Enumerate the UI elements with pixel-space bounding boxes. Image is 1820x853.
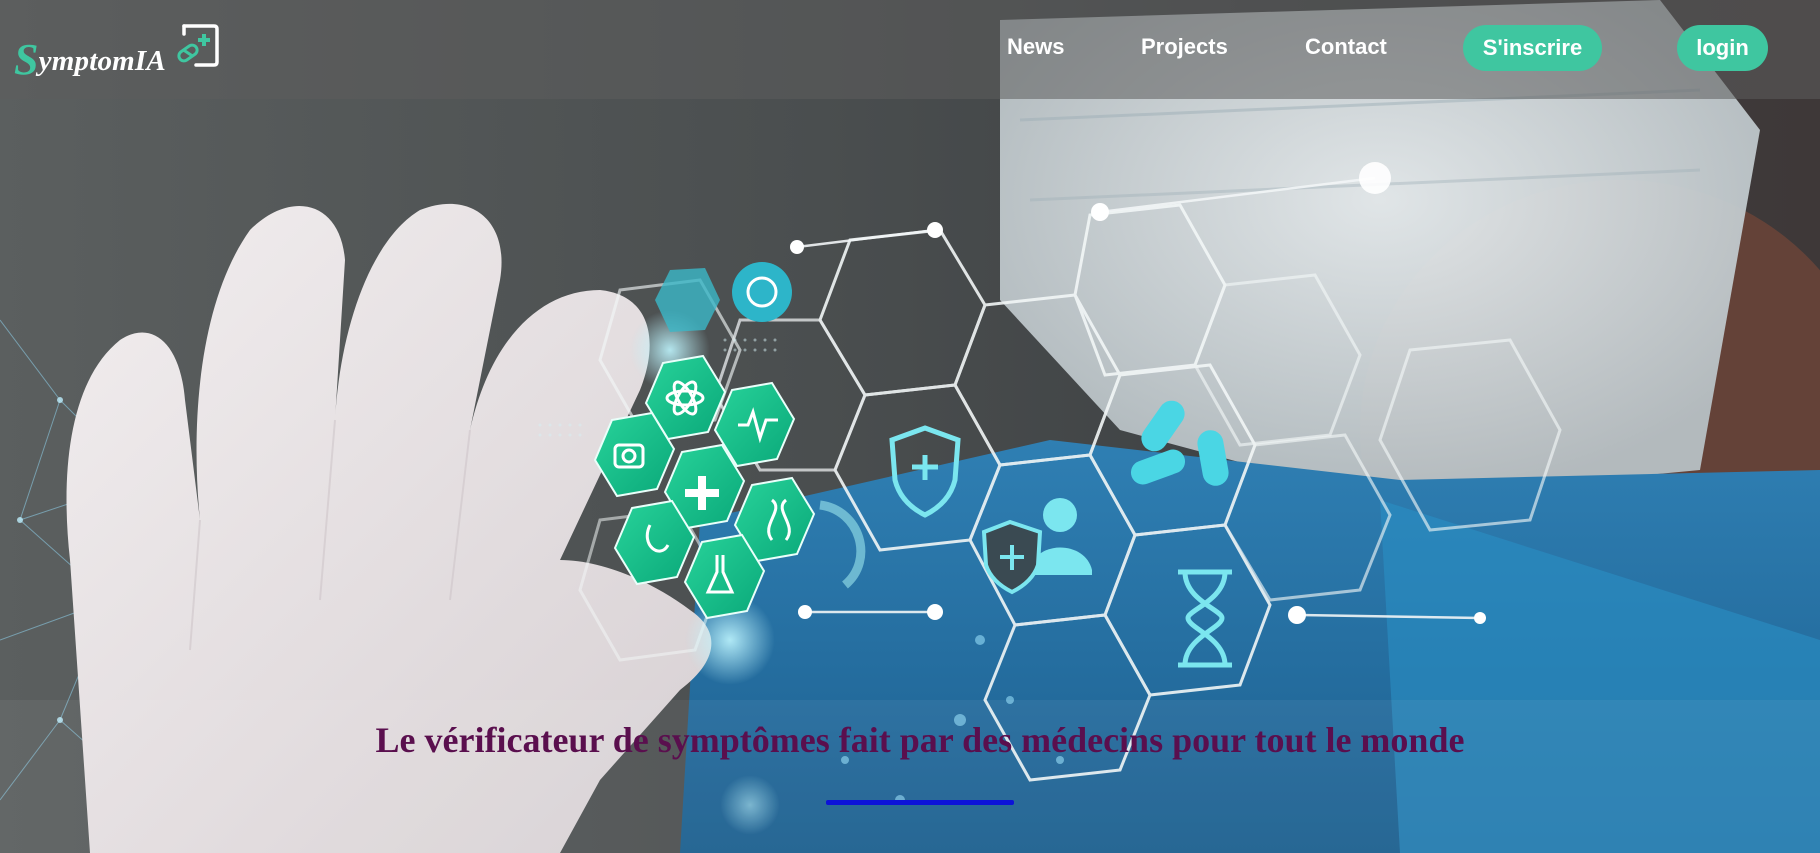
- headline-underline: [826, 800, 1014, 805]
- medical-app-icon: [177, 24, 219, 67]
- login-button[interactable]: login: [1677, 25, 1768, 71]
- top-navbar: SymptomIA News Projects Contact S'inscri…: [0, 0, 1820, 99]
- nav-link-projects[interactable]: Projects: [1141, 34, 1228, 60]
- landing-page: SymptomIA News Projects Contact S'inscri…: [0, 0, 1820, 853]
- signup-button[interactable]: S'inscrire: [1463, 25, 1602, 71]
- nav-link-news[interactable]: News: [1007, 34, 1064, 60]
- nav-link-contact[interactable]: Contact: [1305, 34, 1387, 60]
- brand-logo[interactable]: SymptomIA: [14, 24, 220, 82]
- hero-headline: Le vérificateur de symptômes fait par de…: [375, 720, 1465, 760]
- brand-name: SymptomIA: [14, 35, 166, 84]
